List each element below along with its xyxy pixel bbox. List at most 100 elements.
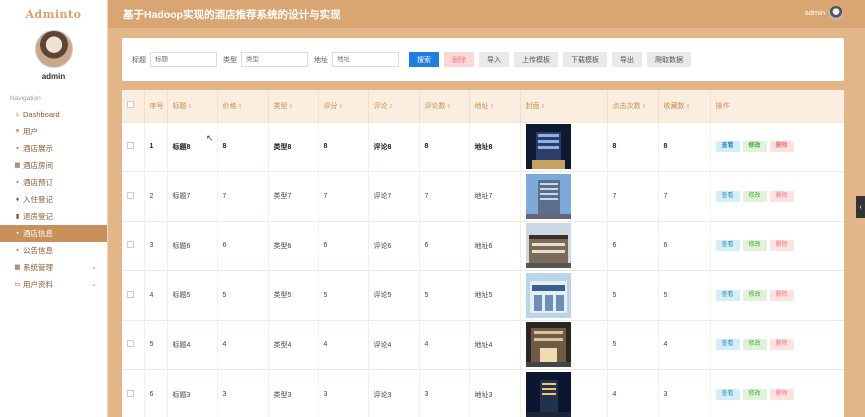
edit-button[interactable]: 修改 bbox=[742, 240, 767, 252]
view-button[interactable]: 查看 bbox=[715, 339, 740, 351]
sidebar-item-user-profile[interactable]: ▭ 用户资料 ⌄ bbox=[0, 276, 107, 293]
sidebar-item-hotel-info[interactable]: ▪ 酒店信息 bbox=[0, 225, 107, 242]
cell-actions: 查看 修改 删除 bbox=[710, 319, 844, 370]
sidebar-item-users[interactable]: ≡ 用户 bbox=[0, 123, 107, 140]
hotel-cover-image[interactable] bbox=[525, 372, 571, 417]
address-filter-label: 地址 bbox=[314, 56, 328, 64]
col-score[interactable]: 评分⇕ bbox=[318, 90, 369, 122]
sort-icon[interactable]: ⇕ bbox=[289, 104, 294, 110]
cell-score: 8 bbox=[318, 121, 369, 172]
cell-comment-count: 6 bbox=[419, 220, 470, 271]
sort-icon[interactable]: ⇕ bbox=[188, 104, 193, 110]
cell-score: 6 bbox=[318, 220, 369, 271]
hotel-cover-image[interactable] bbox=[525, 223, 571, 269]
col-price[interactable]: 价格⇕ bbox=[217, 90, 269, 122]
cell-address: 地址6 bbox=[469, 220, 521, 271]
row-checkbox[interactable] bbox=[127, 390, 134, 397]
col-type[interactable]: 类型⇕ bbox=[268, 90, 319, 122]
col-clicks[interactable]: 点击次数⇕ bbox=[607, 90, 659, 122]
address-filter-input[interactable] bbox=[332, 52, 399, 67]
edit-button[interactable]: 修改 bbox=[742, 141, 767, 153]
sidebar-item-checkin[interactable]: ♦ 入住登记 bbox=[0, 191, 107, 208]
view-button[interactable]: 查看 bbox=[715, 389, 740, 400]
delete-button[interactable]: 删除 bbox=[769, 289, 794, 301]
sidebar-item-label: Dashboard bbox=[23, 110, 60, 119]
edit-button[interactable]: 修改 bbox=[742, 289, 767, 301]
hotel-cover-image[interactable] bbox=[525, 173, 571, 219]
row-checkbox[interactable] bbox=[127, 191, 134, 199]
sort-icon[interactable]: ⇕ bbox=[686, 104, 691, 110]
edit-button[interactable]: 修改 bbox=[742, 190, 767, 202]
sidebar-item-checkout[interactable]: ▮ 退房登记 bbox=[0, 208, 107, 225]
search-button[interactable]: 搜索 bbox=[409, 52, 439, 67]
header-avatar[interactable] bbox=[829, 6, 843, 20]
hotel-cover-image[interactable] bbox=[525, 272, 571, 318]
sidebar-item-label: 系统管理 bbox=[23, 263, 53, 272]
import-button[interactable]: 导入 bbox=[479, 52, 509, 67]
hotel-table-container: 序号 标题⇕ 价格⇕ 类型⇕ 评分⇕ 评论⇕ 评论数⇕ 地址⇕ 封面⇕ 点击次数… bbox=[122, 90, 844, 417]
row-select-cell[interactable] bbox=[122, 369, 145, 417]
chevron-left-icon[interactable]: ‹ bbox=[856, 196, 865, 218]
crawl-data-button[interactable]: 爬取数据 bbox=[647, 52, 691, 67]
sort-icon[interactable]: ⇕ bbox=[339, 104, 344, 110]
type-filter-input[interactable] bbox=[241, 52, 308, 67]
sidebar-item-hotel-rooms[interactable]: ▦ 酒店房间 bbox=[0, 157, 107, 174]
cell-actions: 查看 修改 删除 bbox=[710, 270, 844, 320]
upload-template-button[interactable]: 上传模板 bbox=[514, 52, 558, 67]
sidebar-item-system-management[interactable]: ▦ 系统管理 ⌄ bbox=[0, 259, 107, 276]
sort-icon[interactable]: ⇕ bbox=[389, 104, 394, 110]
cell-index: 5 bbox=[144, 319, 168, 370]
sort-icon[interactable]: ⇕ bbox=[238, 104, 243, 110]
sort-icon[interactable]: ⇕ bbox=[541, 104, 546, 110]
export-button[interactable]: 导出 bbox=[612, 52, 642, 67]
col-cover[interactable]: 封面⇕ bbox=[520, 90, 608, 122]
sort-icon[interactable]: ⇕ bbox=[490, 104, 495, 110]
col-address[interactable]: 地址⇕ bbox=[469, 90, 521, 122]
sort-icon[interactable]: ⇕ bbox=[642, 104, 647, 110]
col-comment[interactable]: 评论⇕ bbox=[368, 90, 420, 122]
row-select-cell[interactable] bbox=[122, 220, 145, 271]
header-username[interactable]: admin bbox=[805, 8, 825, 17]
delete-button[interactable]: 删除 bbox=[769, 141, 794, 153]
sidebar-item-announcements[interactable]: ▪ 公告信息 bbox=[0, 242, 107, 259]
cell-price: 4 bbox=[217, 319, 269, 370]
edit-button[interactable]: 修改 bbox=[742, 339, 767, 351]
cell-comment-count: 3 bbox=[419, 369, 470, 417]
batch-delete-button[interactable]: 删除 bbox=[444, 52, 474, 67]
row-select-cell[interactable] bbox=[122, 171, 145, 221]
row-checkbox[interactable] bbox=[127, 142, 134, 150]
select-all-cell[interactable] bbox=[122, 90, 145, 122]
sidebar-item-dashboard[interactable]: ⌂ Dashboard bbox=[0, 106, 107, 123]
delete-button[interactable]: 删除 bbox=[769, 240, 794, 252]
title-filter-input[interactable] bbox=[150, 52, 217, 67]
delete-button[interactable]: 删除 bbox=[769, 339, 794, 351]
row-select-cell[interactable] bbox=[122, 319, 145, 370]
user-avatar[interactable] bbox=[34, 30, 73, 68]
sidebar-item-hotel-booking[interactable]: ▪ 酒店预订 bbox=[0, 174, 107, 191]
view-button[interactable]: 查看 bbox=[715, 141, 740, 153]
hotel-cover-image[interactable] bbox=[525, 322, 571, 368]
sort-icon[interactable]: ⇕ bbox=[447, 104, 452, 110]
select-all-checkbox[interactable] bbox=[127, 101, 134, 109]
edit-button[interactable]: 修改 bbox=[742, 389, 767, 400]
col-title[interactable]: 标题⇕ bbox=[167, 90, 218, 122]
view-button[interactable]: 查看 bbox=[715, 240, 740, 252]
hotel-cover-image[interactable] bbox=[525, 124, 571, 170]
col-actions: 操作 bbox=[710, 90, 844, 122]
col-favorites[interactable]: 收藏数⇕ bbox=[658, 90, 711, 122]
sidebar-item-hotel-showcase[interactable]: ▪ 酒店展示 bbox=[0, 140, 107, 157]
view-button[interactable]: 查看 bbox=[715, 289, 740, 301]
app-logo[interactable]: Adminto bbox=[0, 0, 107, 28]
row-select-cell[interactable] bbox=[122, 270, 145, 320]
row-checkbox[interactable] bbox=[127, 340, 134, 348]
grid-icon: ▦ bbox=[14, 162, 21, 169]
row-select-cell[interactable] bbox=[122, 121, 145, 172]
delete-button[interactable]: 删除 bbox=[769, 190, 794, 202]
view-button[interactable]: 查看 bbox=[715, 190, 740, 202]
download-template-button[interactable]: 下载模板 bbox=[563, 52, 607, 67]
row-checkbox[interactable] bbox=[127, 241, 134, 249]
row-checkbox[interactable] bbox=[127, 290, 134, 298]
delete-button[interactable]: 删除 bbox=[769, 389, 794, 400]
col-cover-label: 封面 bbox=[525, 102, 540, 110]
col-comment-count[interactable]: 评论数⇕ bbox=[419, 90, 470, 122]
